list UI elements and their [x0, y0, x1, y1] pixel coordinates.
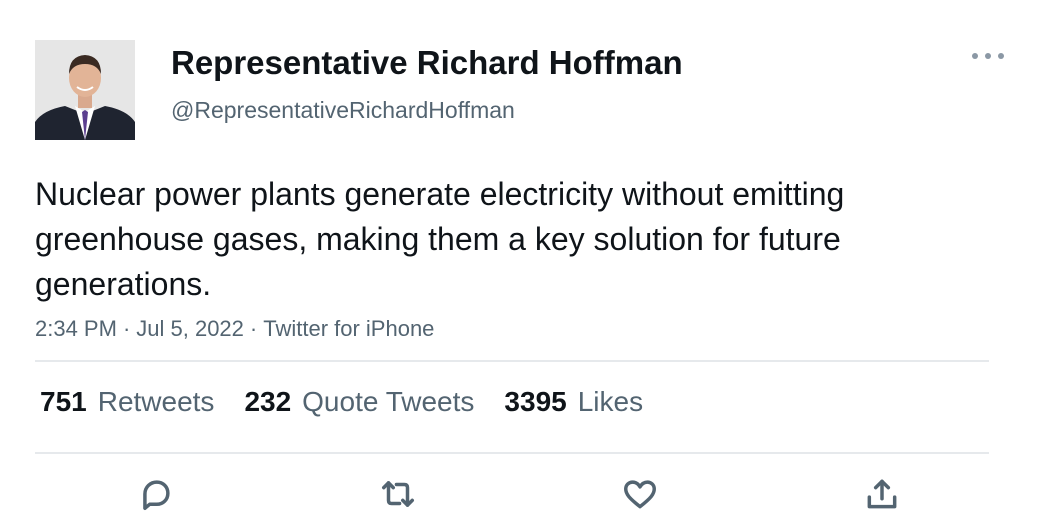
tweet-time[interactable]: 2:34 PM — [35, 316, 117, 341]
retweets-count: 751 — [40, 386, 87, 417]
tweet-card: Representative Richard Hoffman @Represen… — [0, 0, 1050, 525]
more-options-button[interactable] — [972, 44, 1004, 68]
tweet-date[interactable]: Jul 5, 2022 — [136, 316, 244, 341]
quote-tweets-label: Quote Tweets — [302, 386, 475, 417]
retweets-stat[interactable]: 751 Retweets — [40, 386, 214, 418]
share-icon — [867, 479, 897, 509]
separator: · — [249, 316, 258, 341]
likes-label: Likes — [577, 386, 644, 417]
retweet-icon — [382, 481, 414, 507]
likes-stat[interactable]: 3395 Likes — [504, 386, 643, 418]
retweet-button[interactable] — [378, 474, 418, 514]
quote-tweets-stat[interactable]: 232 Quote Tweets — [244, 386, 474, 418]
share-button[interactable] — [862, 474, 902, 514]
quote-tweets-count: 232 — [244, 386, 292, 417]
engagement-stats: 751 Retweets 232 Quote Tweets 3395 Likes — [40, 386, 643, 418]
author-handle[interactable]: @RepresentativeRichardHoffman — [171, 97, 515, 124]
likes-count: 3395 — [504, 386, 567, 417]
retweets-label: Retweets — [97, 386, 215, 417]
tweet-metadata: 2:34 PM · Jul 5, 2022 · Twitter for iPhone — [35, 316, 434, 342]
divider — [35, 360, 989, 362]
reply-icon — [143, 480, 170, 510]
author-display-name[interactable]: Representative Richard Hoffman — [171, 44, 683, 82]
tweet-source[interactable]: Twitter for iPhone — [263, 316, 434, 341]
more-horizontal-icon — [972, 53, 978, 59]
avatar[interactable] — [35, 40, 135, 140]
like-button[interactable] — [620, 474, 660, 514]
separator: · — [122, 316, 131, 341]
more-horizontal-icon — [985, 53, 991, 59]
avatar-photo — [35, 40, 135, 140]
more-horizontal-icon — [998, 53, 1004, 59]
reply-button[interactable] — [136, 474, 176, 514]
tweet-text: Nuclear power plants generate electricit… — [35, 176, 845, 302]
heart-icon — [624, 480, 656, 509]
divider — [35, 452, 989, 454]
